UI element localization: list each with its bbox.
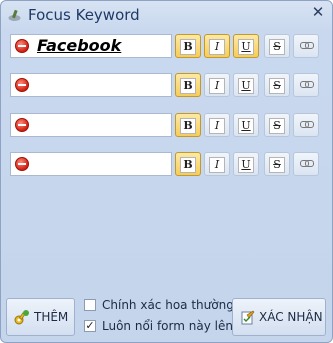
link-icon	[299, 81, 314, 88]
key-icon	[14, 310, 29, 325]
option-label: Luôn nổi form này lên	[102, 319, 233, 333]
keyword-input[interactable]: Facebook	[10, 34, 172, 58]
remove-icon[interactable]	[15, 118, 29, 132]
link-icon	[299, 121, 314, 128]
bold-button[interactable]: B	[175, 152, 201, 176]
remove-icon[interactable]	[15, 39, 29, 53]
confirm-icon	[241, 310, 255, 325]
underline-button[interactable]: U	[233, 113, 259, 137]
link-button[interactable]	[293, 113, 319, 137]
keyword-text: Facebook	[37, 36, 122, 55]
italic-button[interactable]: I	[204, 34, 230, 58]
window-title: Focus Keyword	[28, 6, 140, 24]
link-button[interactable]	[293, 34, 319, 58]
strikethrough-button[interactable]: S	[264, 34, 290, 58]
add-label: THÊM	[34, 310, 69, 324]
confirm-button[interactable]: XÁC NHẬN	[232, 298, 326, 336]
keyword-row-1: Facebook B I U S	[10, 34, 326, 58]
remove-icon[interactable]	[15, 157, 29, 171]
italic-button[interactable]: I	[204, 113, 230, 137]
keyword-row-3: B I U S	[10, 113, 326, 137]
title-bar: Focus Keyword ✕	[1, 1, 332, 31]
keyword-input[interactable]	[10, 113, 172, 137]
bold-button[interactable]: B	[175, 34, 201, 58]
keyword-row-2: B I U S	[10, 73, 326, 97]
option-label: Chính xác hoa thường	[102, 298, 234, 312]
remove-icon[interactable]	[15, 78, 29, 92]
link-button[interactable]	[293, 152, 319, 176]
underline-button[interactable]: U	[233, 34, 259, 58]
keyword-row-4: B I U S	[10, 152, 326, 176]
link-icon	[299, 42, 314, 49]
checkbox[interactable]	[84, 299, 96, 311]
strikethrough-button[interactable]: S	[264, 113, 290, 137]
bold-button[interactable]: B	[175, 73, 201, 97]
bold-button[interactable]: B	[175, 113, 201, 137]
strikethrough-button[interactable]: S	[264, 152, 290, 176]
link-button[interactable]	[293, 73, 319, 97]
italic-button[interactable]: I	[204, 152, 230, 176]
strikethrough-button[interactable]: S	[264, 73, 290, 97]
italic-button[interactable]: I	[204, 73, 230, 97]
focus-keyword-window: Focus Keyword ✕ Facebook B I U S B I U S…	[0, 0, 333, 343]
underline-button[interactable]: U	[233, 152, 259, 176]
underline-button[interactable]: U	[233, 73, 259, 97]
keyword-input[interactable]	[10, 152, 172, 176]
pen-icon	[8, 9, 21, 21]
add-button[interactable]: THÊM	[6, 298, 75, 336]
confirm-label: XÁC NHẬN	[259, 310, 323, 324]
keyword-input[interactable]	[10, 73, 172, 97]
checkbox[interactable]: ✓	[84, 320, 96, 332]
close-button[interactable]: ✕	[310, 4, 326, 20]
link-icon	[299, 160, 314, 167]
